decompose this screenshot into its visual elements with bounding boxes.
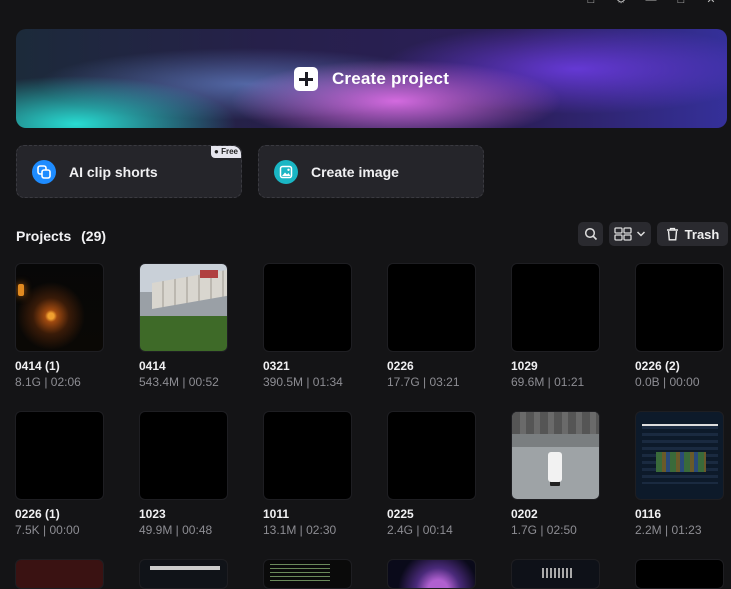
project-thumbnail [387, 263, 476, 352]
project-meta: 69.6M | 01:21 [511, 375, 585, 389]
minimize-icon[interactable]: — [645, 0, 657, 6]
free-badge: ● Free [211, 146, 241, 158]
project-tile[interactable]: 1023 49.9M | 00:48 [139, 411, 229, 537]
project-tile[interactable]: 0321 390.5M | 01:34 [263, 263, 353, 389]
project-tile[interactable]: 1011 13.1M | 02:30 [263, 411, 353, 537]
project-name: 0414 (1) [15, 359, 60, 373]
ai-clip-shorts-label: AI clip shorts [69, 163, 158, 180]
grid-view-icon [614, 227, 632, 241]
project-meta: 13.1M | 02:30 [263, 523, 337, 537]
project-name: 0321 [263, 359, 290, 373]
project-meta: 0.0B | 00:00 [635, 375, 700, 389]
project-name: 1011 [263, 507, 290, 521]
project-thumbnail [139, 559, 228, 589]
settings-icon[interactable]: ⚙ [615, 0, 627, 6]
project-meta: 17.7G | 03:21 [387, 375, 460, 389]
project-name: 0414 [139, 359, 166, 373]
project-tile[interactable] [263, 559, 353, 589]
projects-title: Projects [16, 228, 72, 244]
plus-icon [293, 66, 318, 91]
ai-clip-icon [32, 159, 56, 184]
project-tile[interactable]: 0225 2.4G | 00:14 [387, 411, 477, 537]
project-thumbnail [635, 559, 724, 589]
project-name: 1029 [511, 359, 538, 373]
project-tile[interactable]: 0414 543.4M | 00:52 [139, 263, 229, 389]
feedback-icon[interactable]: □ [585, 0, 597, 6]
project-thumbnail [635, 411, 724, 500]
project-name: 0225 [387, 507, 414, 521]
project-thumbnail [139, 411, 228, 500]
project-thumbnail [263, 263, 352, 352]
chevron-down-icon [636, 231, 646, 237]
project-tile[interactable] [139, 559, 229, 589]
project-meta: 7.5K | 00:00 [15, 523, 80, 537]
project-meta: 8.1G | 02:06 [15, 375, 81, 389]
close-icon[interactable]: ✕ [705, 0, 717, 6]
project-meta: 390.5M | 01:34 [263, 375, 343, 389]
project-name: 0226 (1) [15, 507, 60, 521]
projects-heading: Projects (29) [16, 228, 106, 244]
project-tile[interactable] [635, 559, 725, 589]
project-meta: 543.4M | 00:52 [139, 375, 219, 389]
project-tile[interactable] [387, 559, 477, 589]
search-icon [584, 227, 597, 241]
project-thumbnail [387, 559, 476, 589]
create-project-button[interactable]: Create project [16, 29, 727, 128]
window-controls: □ ⚙ — □ ✕ [585, 0, 731, 8]
project-thumbnail [139, 263, 228, 352]
project-tile[interactable]: 0202 1.7G | 02:50 [511, 411, 601, 537]
image-icon [274, 159, 298, 184]
project-thumbnail [15, 559, 104, 589]
view-toggle-button[interactable] [609, 222, 651, 246]
project-thumbnail [263, 559, 352, 589]
project-thumbnail [511, 411, 600, 500]
project-meta: 1.7G | 02:50 [511, 523, 577, 537]
project-meta: 2.2M | 01:23 [635, 523, 702, 537]
project-thumbnail [387, 411, 476, 500]
project-tile[interactable]: 0226 17.7G | 03:21 [387, 263, 477, 389]
project-name: 0202 [511, 507, 538, 521]
project-tile[interactable]: 1029 69.6M | 01:21 [511, 263, 601, 389]
create-project-label: Create project [331, 68, 450, 88]
project-meta: 2.4G | 00:14 [387, 523, 453, 537]
project-name: 0116 [635, 507, 662, 521]
project-name: 0226 (2) [635, 359, 680, 373]
project-meta: 49.9M | 00:48 [139, 523, 213, 537]
project-thumbnail [263, 411, 352, 500]
project-thumbnail [15, 411, 104, 500]
project-name: 0226 [387, 359, 414, 373]
project-thumbnail [511, 263, 600, 352]
trash-label: Trash [684, 226, 720, 242]
project-tile[interactable] [511, 559, 601, 589]
project-name: 1023 [139, 507, 166, 521]
trash-icon [666, 227, 678, 241]
project-tile[interactable]: 0414 (1) 8.1G | 02:06 [15, 263, 105, 389]
create-image-button[interactable]: Create image [258, 145, 484, 198]
create-image-label: Create image [311, 163, 399, 180]
project-thumbnail [511, 559, 600, 589]
search-button[interactable] [578, 222, 603, 246]
project-tile[interactable]: 0226 (2) 0.0B | 00:00 [635, 263, 725, 389]
trash-button[interactable]: Trash [657, 222, 728, 246]
maximize-icon[interactable]: □ [675, 0, 687, 6]
projects-count: (29) [81, 228, 107, 244]
project-thumbnail [15, 263, 104, 352]
project-thumbnail [635, 263, 724, 352]
project-tile[interactable] [15, 559, 105, 589]
project-tile[interactable]: 0226 (1) 7.5K | 00:00 [15, 411, 105, 537]
free-badge-label: Free [221, 147, 238, 156]
ai-clip-shorts-button[interactable]: AI clip shorts ● Free [16, 145, 242, 198]
project-tile[interactable]: 0116 2.2M | 01:23 [635, 411, 725, 537]
